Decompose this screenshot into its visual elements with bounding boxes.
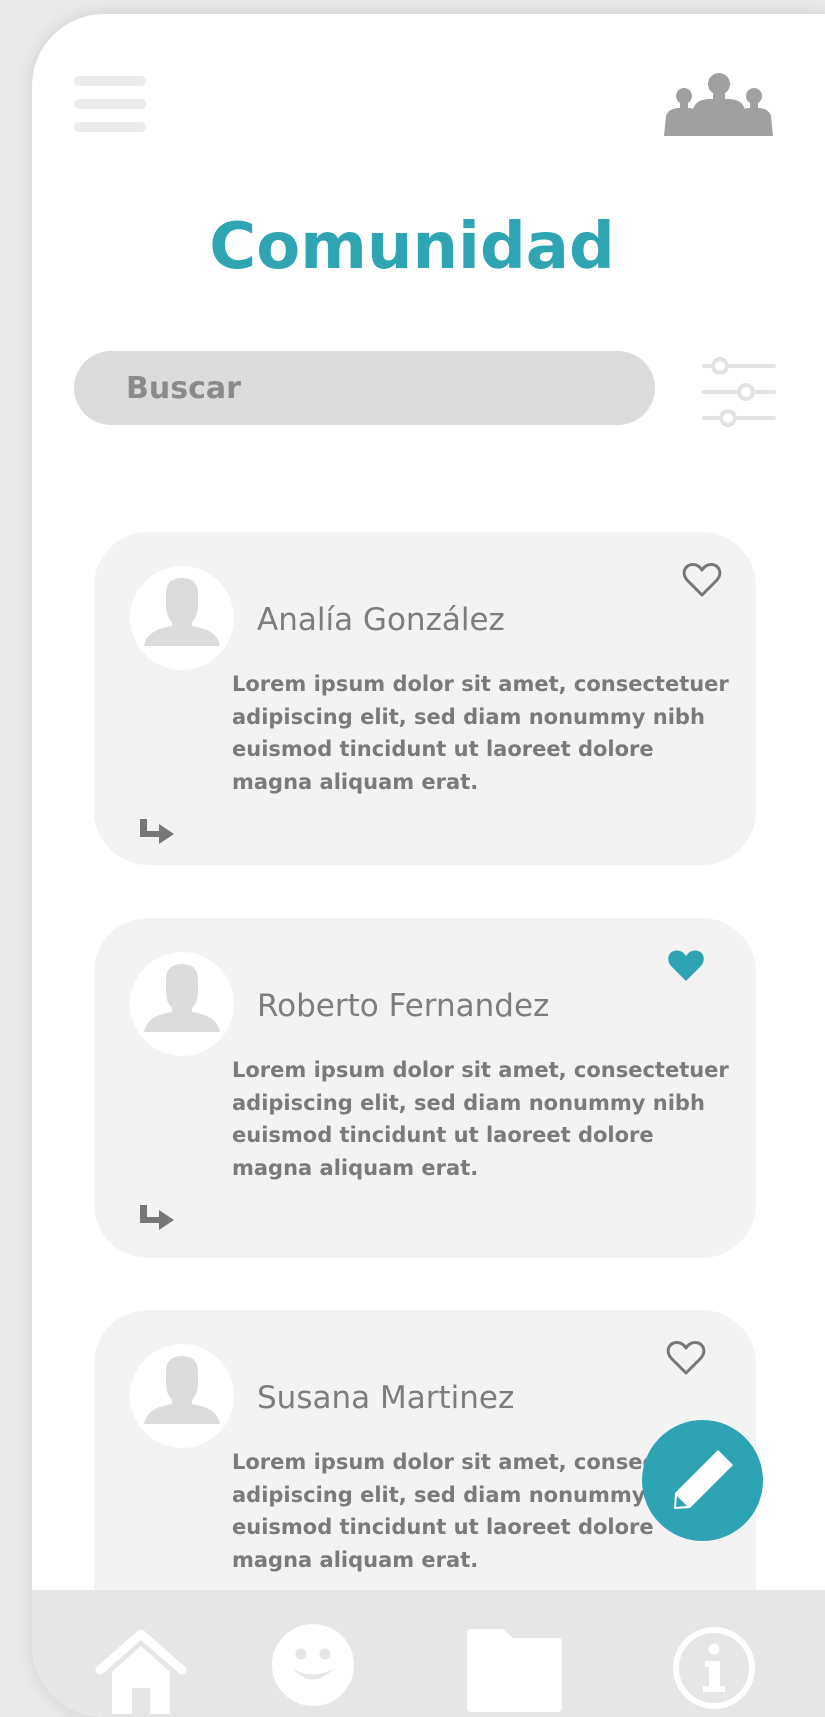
hamburger-menu-icon[interactable] [74, 76, 146, 132]
smiley-icon[interactable] [272, 1624, 354, 1706]
heart-outline-icon[interactable] [682, 562, 722, 598]
heart-filled-icon[interactable] [666, 948, 706, 984]
user-silhouette-icon [144, 578, 220, 646]
search-input[interactable] [74, 351, 655, 425]
compose-fab-button[interactable] [642, 1420, 763, 1541]
community-icon[interactable] [662, 72, 776, 136]
post-author[interactable]: Roberto Fernandez [257, 988, 549, 1024]
post-card[interactable]: Analía González Lorem ipsum dolor sit am… [94, 532, 756, 865]
post-author[interactable]: Susana Martinez [257, 1380, 514, 1416]
phone-screen: Comunidad Analía González Lorem ipsum do… [32, 14, 825, 1717]
avatar[interactable] [130, 1344, 234, 1448]
page-title: Comunidad [209, 210, 615, 284]
folder-icon[interactable] [467, 1626, 562, 1712]
post-body: Lorem ipsum dolor sit amet, consectetuer… [232, 1058, 729, 1180]
info-icon[interactable] [672, 1626, 756, 1710]
user-silhouette-icon [144, 1356, 220, 1424]
bottom-tab-bar [32, 1590, 825, 1717]
filter-sliders-icon[interactable] [702, 356, 776, 428]
share-arrow-icon[interactable] [139, 818, 175, 844]
post-author[interactable]: Analía González [257, 602, 505, 638]
user-silhouette-icon [144, 964, 220, 1032]
share-arrow-icon[interactable] [139, 1204, 175, 1230]
post-body: Lorem ipsum dolor sit amet, consectetuer… [232, 672, 729, 794]
home-icon[interactable] [94, 1626, 188, 1714]
post-card[interactable]: Roberto Fernandez Lorem ipsum dolor sit … [94, 918, 756, 1258]
avatar[interactable] [130, 566, 234, 670]
pencil-icon [674, 1450, 733, 1509]
heart-outline-icon[interactable] [666, 1340, 706, 1376]
avatar[interactable] [130, 952, 234, 1056]
